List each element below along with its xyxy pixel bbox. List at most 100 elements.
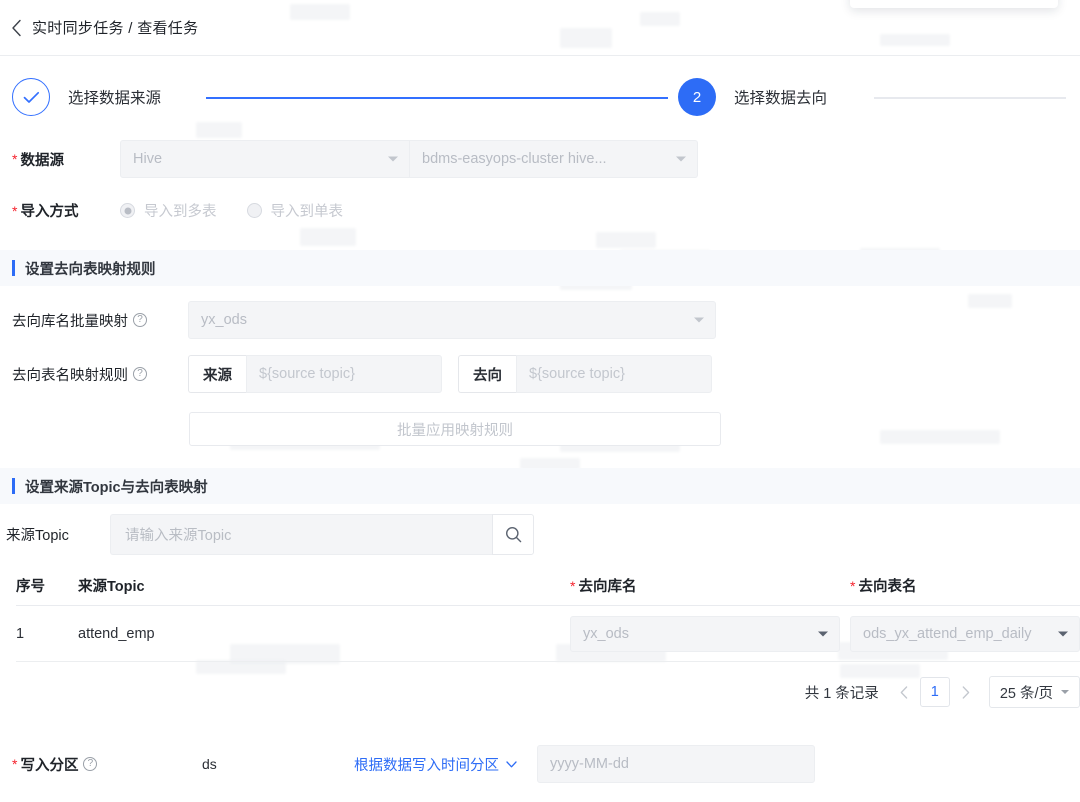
rule-source-group: 来源 ${source topic}	[188, 355, 442, 393]
chevron-down-icon	[694, 317, 704, 323]
db-batch-map-row: 去向库名批量映射 ? yx_ods	[12, 301, 716, 339]
search-icon[interactable]	[492, 514, 534, 555]
datasource-instance-select[interactable]: bdms-easyops-cluster hive...	[410, 140, 698, 178]
cell-topic: attend_emp	[78, 625, 155, 642]
table-name-rule-label: 去向表名映射规则 ?	[12, 364, 188, 385]
topic-search-label: 来源Topic	[6, 528, 69, 544]
step-indicator: 选择数据来源 2 选择数据去向	[0, 56, 1080, 140]
page-root: 实时同步任务 / 查看任务 选择数据来源 2 选择数据去向 * 数据源 Hive	[0, 0, 1080, 802]
section-accent-bar	[12, 260, 15, 276]
topic-mapping-table: 序号 来源Topic * 去向库名 * 去向表名 1 attend_emp yx…	[16, 566, 1080, 662]
section-accent-bar	[12, 478, 15, 494]
table-name-rule-label-text: 去向表名映射规则	[12, 367, 128, 384]
section-header-mapping: 设置去向表映射规则	[0, 250, 1080, 286]
question-circle-icon[interactable]: ?	[133, 313, 147, 327]
pagination-page-size-select[interactable]: 25 条/页	[988, 676, 1080, 708]
section-title: 设置来源Topic与去向表映射	[25, 479, 208, 496]
section-header-topic-mapping: 设置来源Topic与去向表映射	[0, 468, 1080, 504]
radio-icon	[246, 203, 262, 218]
step-label: 选择数据去向	[734, 90, 828, 107]
cell-db: yx_ods	[570, 615, 850, 652]
check-icon	[12, 78, 50, 116]
import-mode-label-text: 导入方式	[20, 204, 79, 220]
step-select-source[interactable]: 选择数据来源	[12, 78, 161, 116]
chevron-down-icon	[1058, 631, 1068, 636]
apply-mapping-rule-button[interactable]: 批量应用映射规则	[189, 412, 721, 446]
pagination-total: 共 1 条记录	[804, 685, 879, 702]
blur-artifact	[880, 430, 1000, 444]
radio-icon	[120, 203, 135, 218]
blur-artifact	[968, 294, 1012, 308]
radio-import-single-table[interactable]: 导入到单表	[246, 200, 344, 221]
topic-search-box: 请输入来源Topic	[110, 514, 534, 555]
topic-search-row: 来源Topic 请输入来源Topic	[6, 514, 534, 555]
required-mark: *	[12, 151, 18, 167]
rule-source-addon: 来源	[188, 355, 246, 393]
radio-label: 导入到多表	[144, 204, 217, 220]
import-mode-row: * 导入方式 导入到多表 导入到单表	[12, 200, 373, 221]
pagination-next-icon[interactable]	[955, 678, 977, 706]
dest-db-value: yx_ods	[583, 625, 629, 642]
chevron-left-icon[interactable]	[6, 18, 26, 38]
db-batch-map-select[interactable]: yx_ods	[188, 301, 716, 339]
table-header-table: * 去向表名	[850, 575, 1080, 596]
import-mode-label: * 导入方式	[12, 200, 120, 221]
required-mark: *	[570, 577, 576, 594]
table-header-db-text: 去向库名	[578, 579, 637, 595]
datasource-instance-value: bdms-easyops-cluster hive...	[422, 151, 607, 167]
datasource-label: * 数据源	[12, 149, 120, 170]
table-header-table-text: 去向表名	[858, 579, 917, 595]
datasource-type-select[interactable]: Hive	[120, 140, 410, 178]
pagination-prev-icon[interactable]	[893, 678, 915, 706]
dest-db-select[interactable]: yx_ods	[570, 615, 840, 652]
db-batch-map-value: yx_ods	[201, 312, 247, 328]
table-header-db: * 去向库名	[570, 575, 850, 596]
chevron-down-icon	[506, 760, 517, 767]
step-select-destination[interactable]: 2 选择数据去向	[678, 78, 827, 116]
rule-dest-input[interactable]: ${source topic}	[516, 355, 712, 393]
rule-source-input[interactable]: ${source topic}	[246, 355, 442, 393]
step-label: 选择数据来源	[68, 90, 162, 107]
datasource-label-text: 数据源	[20, 152, 64, 169]
datasource-select-group: Hive bdms-easyops-cluster hive...	[120, 140, 698, 178]
pagination-page-size-value: 25 条/页	[999, 685, 1053, 702]
datasource-row: * 数据源 Hive bdms-easyops-cluster hive...	[12, 140, 698, 178]
pagination: 共 1 条记录 1 25 条/页	[805, 672, 1080, 712]
db-batch-map-label: 去向库名批量映射 ?	[12, 310, 188, 331]
question-circle-icon[interactable]: ?	[83, 757, 98, 771]
required-mark: *	[850, 577, 856, 594]
write-partition-label: * 写入分区 ?	[12, 754, 202, 775]
partition-mode-value: 根据数据写入时间分区	[354, 757, 499, 774]
breadcrumb-text[interactable]: 实时同步任务 / 查看任务	[32, 17, 198, 38]
blur-artifact	[596, 232, 656, 248]
step-number: 2	[678, 78, 716, 116]
dest-table-value: ods_yx_attend_emp_daily	[863, 625, 1032, 642]
question-circle-icon[interactable]: ?	[133, 367, 147, 381]
db-batch-map-label-text: 去向库名批量映射	[12, 313, 128, 330]
table-name-rule-row: 去向表名映射规则 ? 来源 ${source topic} 去向 ${sourc…	[12, 355, 728, 393]
section-title: 设置去向表映射规则	[25, 261, 156, 278]
table-header-row: 序号 来源Topic * 去向库名 * 去向表名	[16, 566, 1080, 606]
step-connector-active	[206, 97, 668, 99]
table-row: 1 attend_emp yx_ods ods_yx_attend_emp_da…	[16, 606, 1080, 662]
chevron-down-icon	[388, 156, 398, 162]
chevron-down-icon	[818, 631, 828, 636]
partition-mode-select[interactable]: 根据数据写入时间分区	[354, 754, 517, 775]
cell-table: ods_yx_attend_emp_daily	[850, 615, 1080, 652]
chevron-down-icon	[676, 156, 686, 162]
datasource-type-value: Hive	[133, 151, 163, 167]
cell-index: 1	[16, 625, 25, 642]
search-input[interactable]: 请输入来源Topic	[110, 514, 492, 555]
table-header-topic: 来源Topic	[78, 579, 145, 595]
write-partition-label-text: 写入分区	[20, 757, 79, 774]
step-connector-inactive	[874, 97, 1066, 99]
partition-format-input[interactable]: yyyy-MM-dd	[537, 745, 815, 783]
dest-table-select[interactable]: ods_yx_attend_emp_daily	[850, 615, 1080, 652]
radio-import-multi-table[interactable]: 导入到多表	[120, 200, 217, 221]
required-mark: *	[12, 756, 18, 772]
partition-key-name: ds	[202, 756, 217, 772]
pagination-page-1[interactable]: 1	[919, 677, 950, 707]
write-partition-row: * 写入分区 ? ds 根据数据写入时间分区 yyyy-MM-dd	[12, 745, 815, 783]
radio-label: 导入到单表	[270, 204, 344, 220]
blur-artifact	[196, 660, 286, 674]
